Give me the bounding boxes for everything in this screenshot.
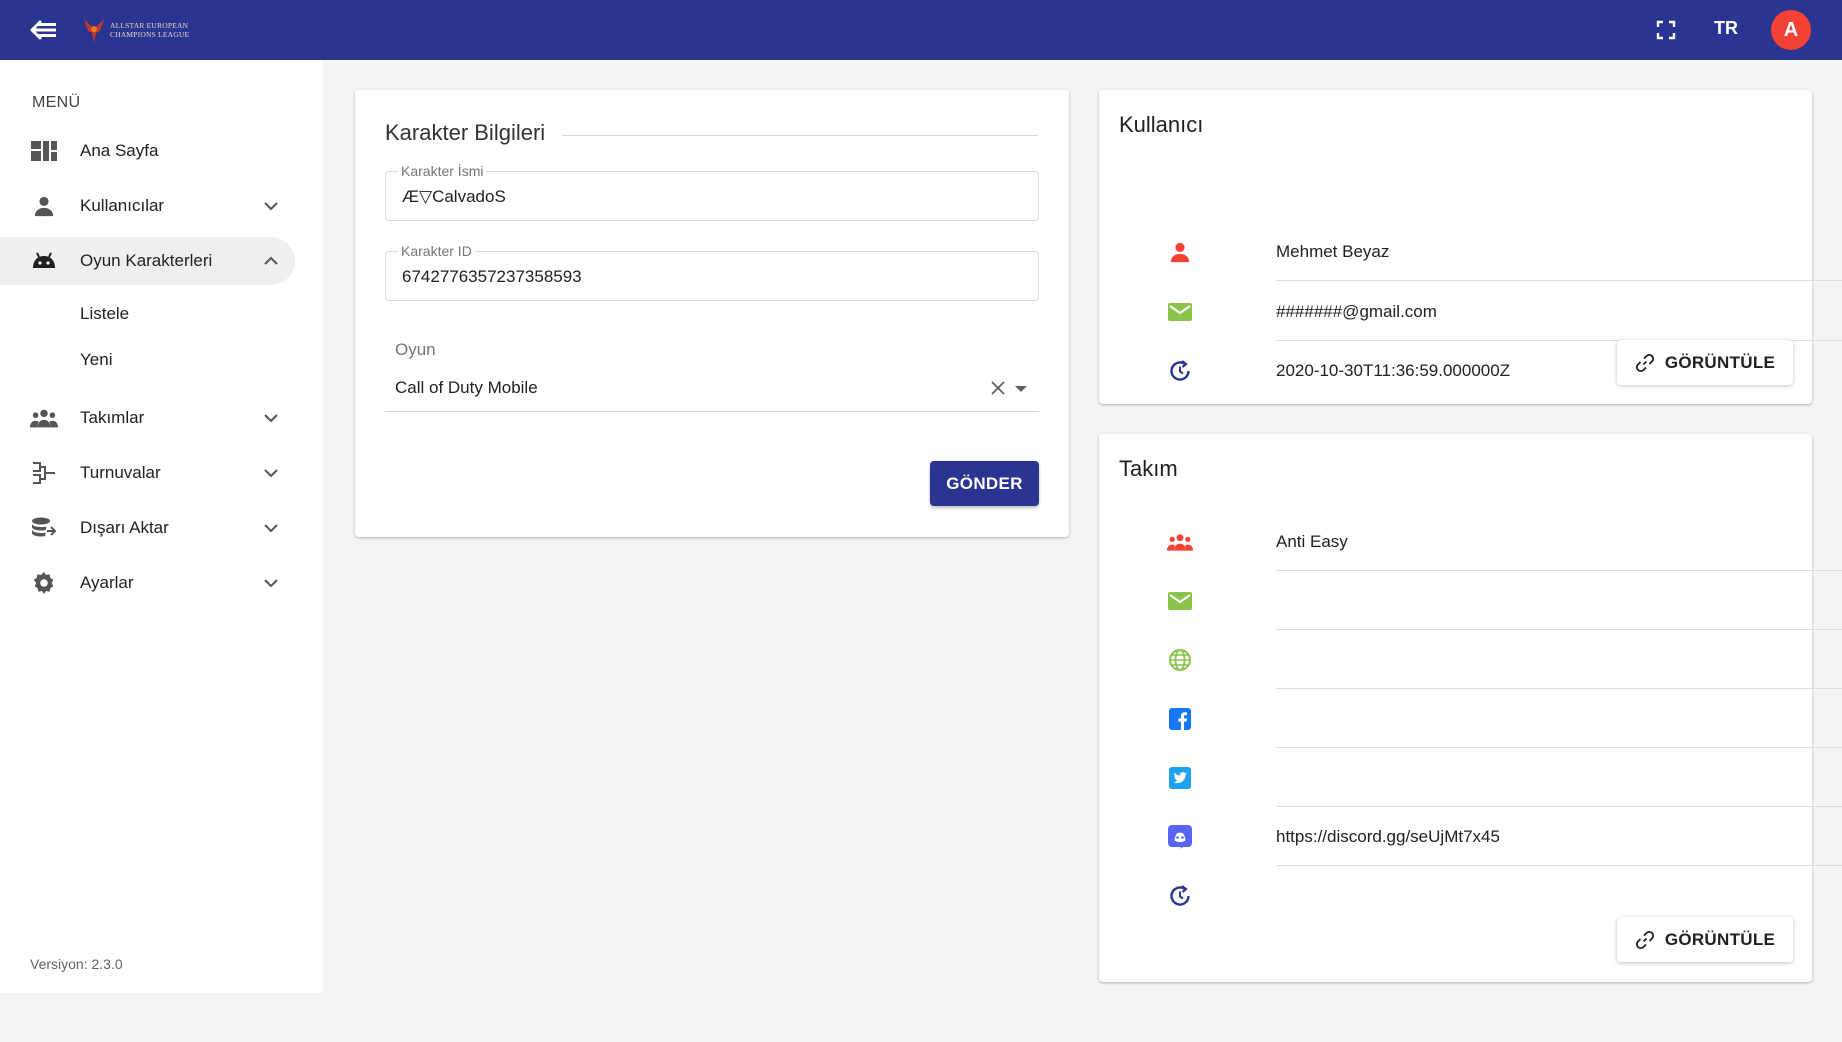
dropdown-arrow-icon[interactable] xyxy=(1015,386,1027,392)
user-email-row: #######@gmail.com xyxy=(1159,282,1842,341)
menu-back-icon[interactable] xyxy=(26,16,60,44)
gear-icon xyxy=(30,571,58,595)
chevron-up-icon[interactable] xyxy=(262,252,280,270)
fullscreen-icon[interactable] xyxy=(1654,18,1678,42)
sidebar-item-ana-sayfa[interactable]: Ana Sayfa xyxy=(0,127,295,175)
sidebar-item-ayarlar[interactable]: Ayarlar xyxy=(0,559,295,607)
team-website-row xyxy=(1159,630,1842,689)
sidebar-item-label: Dışarı Aktar xyxy=(80,518,169,537)
person-icon xyxy=(30,194,58,218)
user-name: Mehmet Beyaz xyxy=(1276,242,1390,261)
top-app-bar: Allstar European Champions League TR A xyxy=(0,0,1842,60)
user-email: #######@gmail.com xyxy=(1276,302,1437,321)
form-title-divider xyxy=(562,135,1038,136)
team-email-row xyxy=(1159,571,1842,630)
twitter-icon xyxy=(1167,765,1193,791)
bracket-icon xyxy=(30,461,58,485)
export-icon xyxy=(30,516,58,540)
link-icon xyxy=(1635,353,1654,372)
sidebar-item-disari-aktar[interactable]: Dışarı Aktar xyxy=(0,504,295,552)
user-view-button[interactable]: GÖRÜNTÜLE xyxy=(1617,340,1793,385)
language-toggle[interactable]: TR xyxy=(1714,18,1738,39)
team-twitter-row xyxy=(1159,748,1842,807)
team-card-title: Takım xyxy=(1119,456,1178,481)
chevron-down-icon[interactable] xyxy=(262,197,280,215)
sidebar-subitem-yeni[interactable]: Yeni xyxy=(80,350,112,370)
sidebar-item-label: Turnuvalar xyxy=(80,463,161,482)
discord-icon xyxy=(1167,824,1193,850)
sidebar-item-label: Kullanıcılar xyxy=(80,196,165,215)
user-card-title: Kullanıcı xyxy=(1119,112,1204,137)
character-id-label: Karakter ID xyxy=(398,243,475,259)
app-logo[interactable]: Allstar European Champions League xyxy=(82,15,189,45)
character-id-value[interactable]: 6742776357237358593 xyxy=(402,267,582,287)
globe-icon xyxy=(1167,647,1193,673)
user-view-label: GÖRÜNTÜLE xyxy=(1664,352,1776,372)
mail-icon xyxy=(1167,588,1193,614)
character-form-card: Karakter Bilgileri Karakter İsmi Æ▽Calva… xyxy=(355,90,1069,537)
sidebar-item-kullanicilar[interactable]: Kullanıcılar xyxy=(0,182,295,230)
sidebar-item-label: Ana Sayfa xyxy=(80,141,159,160)
person-icon xyxy=(1167,239,1193,265)
avatar[interactable]: A xyxy=(1771,10,1811,50)
dashboard-icon xyxy=(30,139,58,163)
android-icon xyxy=(30,249,58,273)
eagle-logo-icon xyxy=(84,19,104,43)
game-select[interactable]: Oyun Call of Duty Mobile xyxy=(385,336,1039,412)
logo-line-1: Allstar European xyxy=(110,21,189,30)
sidebar-item-turnuvalar[interactable]: Turnuvalar xyxy=(0,449,295,497)
game-select-label: Oyun xyxy=(395,340,436,359)
link-icon xyxy=(1635,930,1654,949)
group-icon xyxy=(30,406,58,430)
user-card: Kullanıcı Mehmet Beyaz #######@gmail.com… xyxy=(1099,90,1842,404)
facebook-icon xyxy=(1167,706,1193,732)
team-view-button[interactable]: GÖRÜNTÜLE xyxy=(1617,917,1793,962)
chevron-down-icon[interactable] xyxy=(262,409,280,427)
chevron-down-icon[interactable] xyxy=(262,574,280,592)
sidebar-item-oyun-karakterleri[interactable]: Oyun Karakterleri xyxy=(0,237,295,285)
group-icon xyxy=(1167,529,1193,555)
team-card: Takım Anti Easy https://discord.gg/seUjM… xyxy=(1099,434,1842,982)
character-name-field[interactable]: Karakter İsmi Æ▽CalvadoS xyxy=(385,163,1039,221)
version-label: Versiyon: 2.3.0 xyxy=(30,956,123,972)
chevron-down-icon[interactable] xyxy=(262,519,280,537)
character-name-value[interactable]: Æ▽CalvadoS xyxy=(402,187,506,207)
user-name-row: Mehmet Beyaz xyxy=(1159,222,1842,281)
sidebar: MENÜ Ana Sayfa Kullanıcılar Oyun Karakte… xyxy=(0,60,323,993)
sidebar-item-label: Ayarlar xyxy=(80,573,134,592)
menu-title: MENÜ xyxy=(32,94,81,111)
form-title: Karakter Bilgileri xyxy=(385,120,546,145)
submit-button[interactable]: GÖNDER xyxy=(930,461,1039,506)
history-icon xyxy=(1167,883,1193,909)
character-name-label: Karakter İsmi xyxy=(398,163,487,179)
team-discord-row: https://discord.gg/seUjMt7x45 xyxy=(1159,807,1842,866)
divider xyxy=(1276,280,1842,281)
team-discord[interactable]: https://discord.gg/seUjMt7x45 xyxy=(1276,827,1500,847)
sidebar-subitem-listele[interactable]: Listele xyxy=(80,304,129,324)
user-date: 2020-10-30T11:36:59.000000Z xyxy=(1276,361,1511,380)
game-select-value[interactable]: Call of Duty Mobile xyxy=(395,378,538,398)
team-name-row: Anti Easy xyxy=(1159,512,1842,571)
close-icon[interactable] xyxy=(988,378,1008,398)
character-id-field[interactable]: Karakter ID 6742776357237358593 xyxy=(385,243,1039,301)
logo-text: Allstar European Champions League xyxy=(110,21,189,39)
sidebar-item-takimlar[interactable]: Takımlar xyxy=(0,394,295,442)
history-icon xyxy=(1167,358,1193,384)
mail-icon xyxy=(1167,299,1193,325)
chevron-down-icon[interactable] xyxy=(262,464,280,482)
logo-line-2: Champions League xyxy=(110,30,190,39)
sidebar-item-label: Takımlar xyxy=(80,408,145,427)
team-facebook-row xyxy=(1159,689,1842,748)
team-view-label: GÖRÜNTÜLE xyxy=(1664,929,1776,949)
sidebar-item-label: Oyun Karakterleri xyxy=(80,251,213,270)
team-name: Anti Easy xyxy=(1276,532,1348,551)
